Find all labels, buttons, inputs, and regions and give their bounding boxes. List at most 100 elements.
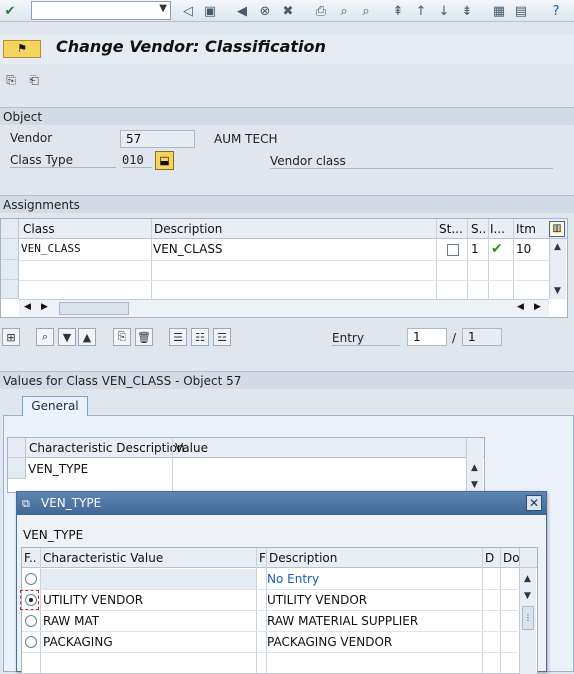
- insert-row-icon[interactable]: ⊞: [2, 328, 20, 346]
- row-selector[interactable]: [1, 280, 19, 299]
- scroll-right-icon[interactable]: ▶: [41, 302, 48, 312]
- value-description: PACKAGING VENDOR: [267, 635, 393, 649]
- row-selector[interactable]: [8, 458, 26, 479]
- class-type-field[interactable]: 010: [122, 153, 152, 168]
- scroll-up-icon[interactable]: ▲: [520, 571, 535, 586]
- scroll-down-icon[interactable]: ▼: [467, 477, 482, 492]
- col-value[interactable]: Value: [175, 441, 208, 455]
- row-divider: [22, 610, 518, 611]
- select-all-rows[interactable]: [1, 219, 19, 239]
- back-icon[interactable]: ◀: [234, 3, 250, 19]
- scroll-left-icon[interactable]: ◀: [24, 302, 31, 312]
- select-block-icon[interactable]: ☷: [191, 328, 209, 346]
- scroll-down-icon[interactable]: ▼: [520, 588, 535, 603]
- assignments-table: Class Description St... S.. I... Itm ▥ V…: [0, 218, 568, 318]
- no-entry-label[interactable]: No Entry: [267, 572, 319, 586]
- col-divider: [513, 219, 514, 299]
- delete-row-icon[interactable]: 🗑: [135, 328, 153, 346]
- vendor-name: AUM TECH: [214, 132, 278, 146]
- scroll-up-icon[interactable]: ▲: [550, 239, 565, 254]
- col-status[interactable]: St...: [439, 222, 465, 236]
- col-d[interactable]: D: [485, 551, 494, 565]
- scroll-thumb[interactable]: ⋮: [522, 606, 534, 630]
- characteristic-description: VEN_TYPE: [28, 462, 89, 476]
- next-page-icon[interactable]: ↓: [436, 3, 452, 19]
- value-list-table: F.. Characteristic Value F Description D…: [20, 547, 538, 674]
- find-next-icon[interactable]: ⌕: [358, 3, 374, 19]
- save-icon[interactable]: ▣: [202, 3, 218, 19]
- col-i[interactable]: I...: [490, 222, 508, 236]
- col-f[interactable]: F..: [24, 551, 40, 565]
- select-all-rows[interactable]: [8, 438, 26, 458]
- vendor-field[interactable]: 57: [120, 130, 195, 148]
- row-itm[interactable]: 10: [516, 242, 531, 256]
- entry-separator: /: [452, 331, 457, 345]
- col-characteristic-description[interactable]: Characteristic Description: [29, 441, 185, 455]
- col-characteristic-value[interactable]: Characteristic Value: [43, 551, 163, 565]
- vendor-label: Vendor: [10, 131, 53, 145]
- col-s[interactable]: S..: [471, 222, 487, 236]
- value-selection-dialog: ⧉ VEN_TYPE ✕ VEN_TYPE F.. Characteristic…: [16, 491, 547, 674]
- value-description: UTILITY VENDOR: [267, 593, 368, 607]
- object-section-header: Object: [0, 107, 574, 125]
- col-description[interactable]: Description: [154, 222, 222, 236]
- exit-icon[interactable]: ⊗: [257, 3, 273, 19]
- enter-icon[interactable]: ✔: [2, 3, 18, 19]
- last-page-icon[interactable]: ⇟: [459, 3, 475, 19]
- characteristic-value-field[interactable]: [173, 459, 386, 479]
- command-field[interactable]: ▼: [31, 1, 171, 20]
- value-label: UTILITY VENDOR: [43, 593, 144, 607]
- value-radio[interactable]: [25, 573, 37, 585]
- deselect-all-icon[interactable]: ☲: [213, 328, 231, 346]
- class-type-label: Class Type: [10, 153, 116, 168]
- horizontal-scrollbar[interactable]: ◀ ▶ ◀ ▶: [19, 299, 549, 317]
- value-radio-selected[interactable]: [25, 594, 37, 606]
- col-itm[interactable]: Itm: [516, 222, 536, 236]
- col-f2[interactable]: F: [259, 551, 266, 565]
- col-description[interactable]: Description: [269, 551, 337, 565]
- row-class[interactable]: VEN_CLASS: [21, 242, 81, 255]
- cancel-icon[interactable]: ✖: [280, 3, 296, 19]
- print-icon[interactable]: ⎙: [313, 3, 329, 19]
- value-radio[interactable]: [25, 636, 37, 648]
- status-checkbox[interactable]: [447, 244, 459, 256]
- new-session-icon[interactable]: ▦: [491, 3, 507, 19]
- table-settings-icon[interactable]: ▥: [549, 221, 565, 237]
- other-object-icon[interactable]: ⎘: [3, 72, 19, 88]
- shortcut-icon[interactable]: ▤: [513, 3, 529, 19]
- row-selector[interactable]: [1, 260, 19, 280]
- col-divider: [488, 219, 489, 299]
- col-divider: [500, 548, 501, 674]
- chevron-down-icon[interactable]: ▼: [159, 3, 167, 14]
- vertical-scrollbar[interactable]: ▲ ▼ ⋮: [519, 548, 536, 674]
- value-radio[interactable]: [25, 615, 37, 627]
- select-all-icon[interactable]: ☰: [169, 328, 187, 346]
- column-settings[interactable]: [520, 548, 536, 568]
- col-do[interactable]: Do: [503, 551, 520, 565]
- sort-up-icon[interactable]: ▲: [78, 328, 96, 346]
- close-icon[interactable]: ✕: [526, 495, 542, 511]
- first-page-icon[interactable]: ⇞: [390, 3, 406, 19]
- previous-page-icon[interactable]: ↑: [413, 3, 429, 19]
- sort-down-icon[interactable]: ▼: [58, 328, 76, 346]
- display-change-icon[interactable]: ⎗: [26, 72, 42, 88]
- back-triangle-icon[interactable]: ◁: [180, 3, 196, 19]
- row-divider: [22, 652, 518, 653]
- find-icon[interactable]: ⌕: [336, 3, 352, 19]
- scroll-right-icon[interactable]: ▶: [534, 302, 541, 312]
- row-selector[interactable]: [1, 239, 19, 260]
- scroll-up-icon[interactable]: ▲: [467, 460, 482, 475]
- help-icon[interactable]: ?: [548, 3, 564, 19]
- entry-field[interactable]: 1: [407, 328, 447, 346]
- class-type-search-icon[interactable]: ⬓: [155, 151, 174, 170]
- col-class[interactable]: Class: [23, 222, 55, 236]
- scroll-thumb[interactable]: [59, 302, 129, 315]
- entry-total: 1: [462, 328, 502, 346]
- scroll-down-icon[interactable]: ▼: [550, 283, 565, 298]
- details-icon[interactable]: ⌕: [36, 328, 54, 346]
- vertical-scrollbar[interactable]: ▲ ▼: [549, 239, 566, 299]
- vertical-scrollbar[interactable]: ▲ ▼: [466, 438, 483, 494]
- tab-general[interactable]: General: [22, 396, 88, 416]
- copy-row-icon[interactable]: ⎘: [113, 328, 131, 346]
- scroll-left-icon[interactable]: ◀: [517, 302, 524, 312]
